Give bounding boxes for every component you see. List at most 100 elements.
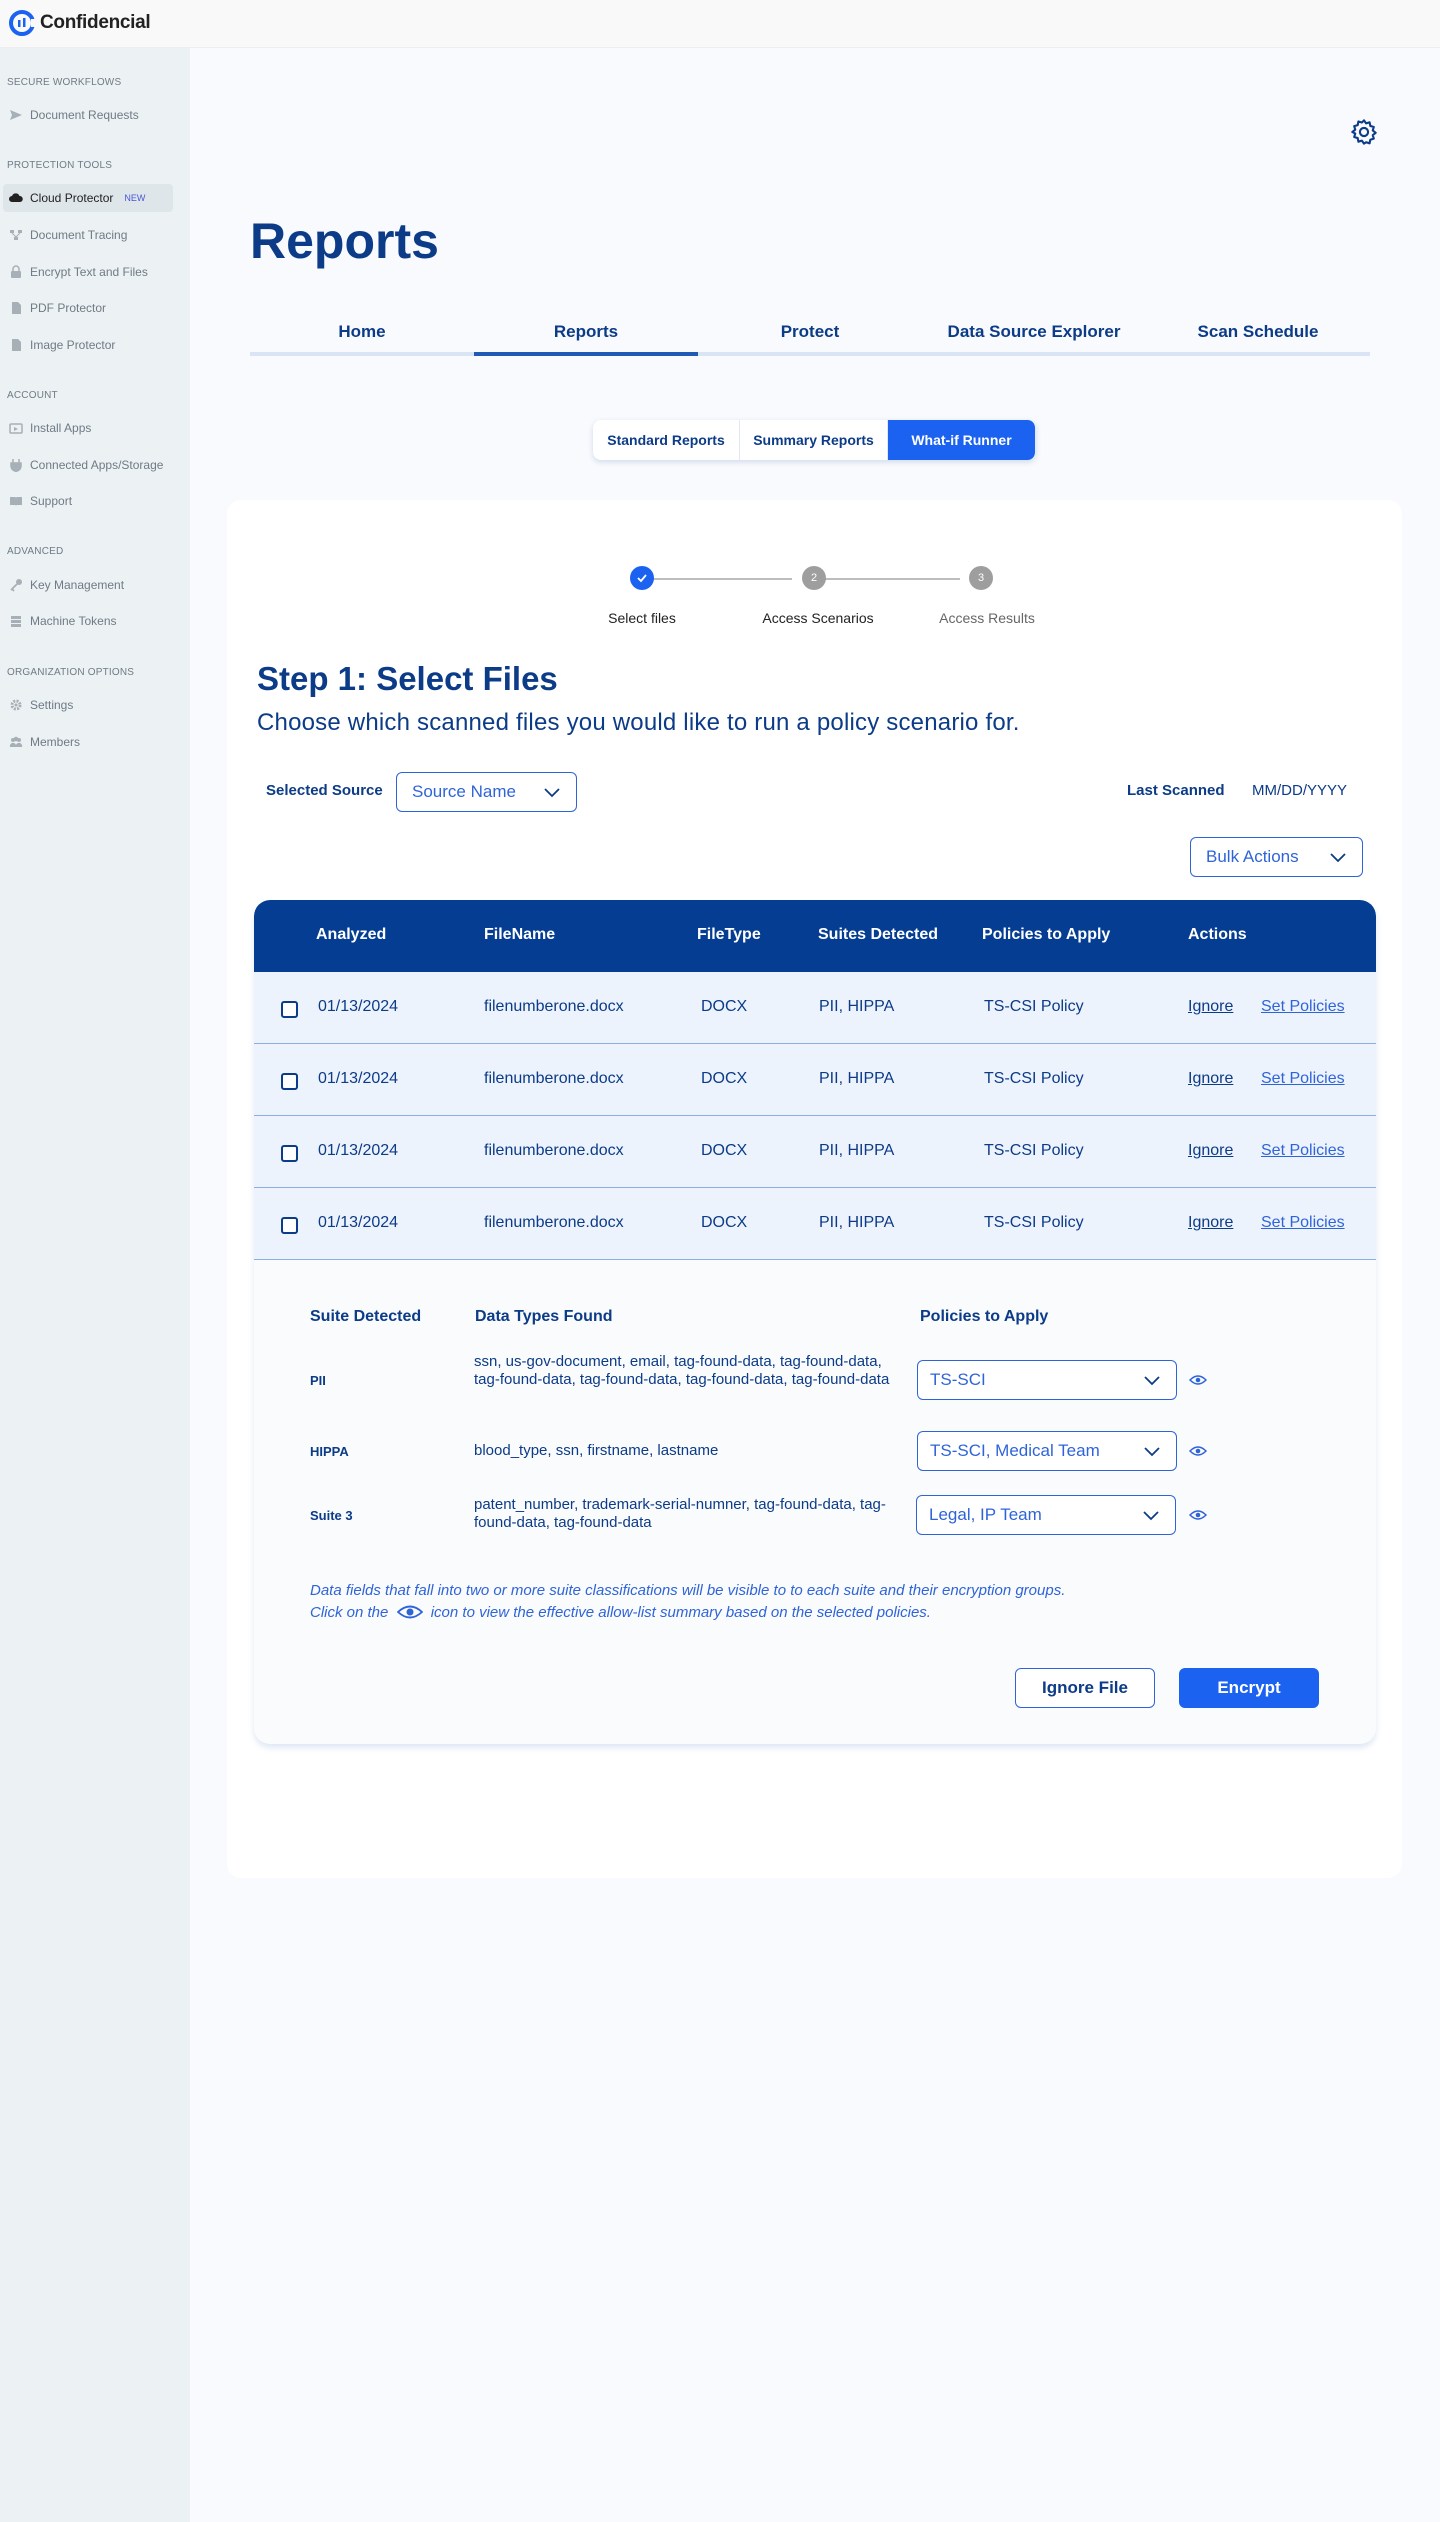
row-checkbox[interactable]: [281, 1001, 298, 1018]
suite-name: HIPPA: [310, 1444, 349, 1459]
step-2-indicator: 2: [802, 566, 826, 590]
sidebar-item-document-requests[interactable]: Document Requests: [3, 101, 173, 129]
table-row[interactable]: 01/13/2024 filenumberone.docx DOCX PII, …: [254, 972, 1376, 1044]
tab-home[interactable]: Home: [250, 312, 474, 352]
step-1-check-icon: [630, 566, 654, 590]
sidebar-item-label: Members: [30, 735, 81, 749]
tab-reports[interactable]: Reports: [474, 312, 698, 356]
last-scanned-label: Last Scanned: [1127, 782, 1225, 799]
ignore-link[interactable]: Ignore: [1188, 1214, 1233, 1232]
column-header-analyzed[interactable]: Analyzed: [316, 926, 386, 944]
image-icon: [12, 339, 21, 351]
brand-logo[interactable]: Confidencial: [8, 9, 151, 37]
set-policies-link[interactable]: Set Policies: [1261, 1214, 1345, 1232]
eye-icon[interactable]: [1189, 1445, 1207, 1457]
detail-header-types: Data Types Found: [475, 1308, 613, 1325]
policy-select[interactable]: Legal, IP Team: [916, 1495, 1176, 1535]
step-3-indicator: 3: [969, 566, 993, 590]
sidebar-item-label: Install Apps: [30, 421, 92, 435]
set-policies-link[interactable]: Set Policies: [1261, 1142, 1345, 1160]
table-row[interactable]: 01/13/2024 filenumberone.docx DOCX PII, …: [254, 1188, 1376, 1260]
sidebar-section-title: SECURE WORKFLOWS: [7, 77, 122, 88]
sidebar-item-label: Settings: [30, 698, 74, 712]
tab-what-if-runner[interactable]: What-if Runner: [888, 420, 1036, 460]
sidebar-item-image-protector[interactable]: Image Protector: [3, 331, 173, 359]
chevron-down-icon: [1144, 1376, 1160, 1386]
suite-name: PII: [310, 1373, 326, 1388]
data-types-list: ssn, us-gov-document, email, tag-found-d…: [474, 1353, 890, 1388]
row-checkbox[interactable]: [281, 1145, 298, 1162]
eye-icon[interactable]: [1189, 1374, 1207, 1386]
cell-policies: TS-CSI Policy: [984, 998, 1084, 1015]
sidebar-section-title: PROTECTION TOOLS: [7, 160, 113, 171]
cloud-icon: [9, 193, 23, 202]
eye-icon[interactable]: [1189, 1509, 1207, 1521]
set-policies-link[interactable]: Set Policies: [1261, 998, 1345, 1016]
ignore-file-button[interactable]: Ignore File: [1015, 1668, 1155, 1708]
sidebar-item-connected-apps[interactable]: Connected Apps/Storage: [3, 451, 173, 479]
cell-filename: filenumberone.docx: [484, 1142, 624, 1159]
info-note-post: icon to view the effective allow-list su…: [430, 1604, 931, 1621]
step-subtitle: Choose which scanned files you would lik…: [257, 709, 1020, 736]
sidebar-item-install-apps[interactable]: Install Apps: [3, 414, 173, 442]
stepper-connector: [652, 578, 792, 580]
tab-scan-schedule[interactable]: Scan Schedule: [1146, 312, 1370, 352]
page-title: Reports: [250, 213, 439, 269]
logo-icon: [9, 10, 36, 36]
sidebar-item-support[interactable]: Support: [3, 487, 173, 515]
tab-summary-reports[interactable]: Summary Reports: [740, 420, 888, 460]
sidebar-item-encrypt-text-and-files[interactable]: Encrypt Text and Files: [3, 258, 173, 286]
sidebar-section-title: ORGANIZATION OPTIONS: [7, 667, 135, 678]
bulk-actions-label: Bulk Actions: [1206, 847, 1299, 866]
sidebar-item-cloud-protector[interactable]: Cloud Protector NEW: [3, 184, 173, 212]
policy-select[interactable]: TS-SCI: [917, 1360, 1177, 1400]
tab-data-source-explorer[interactable]: Data Source Explorer: [922, 312, 1146, 352]
sidebar-item-members[interactable]: Members: [3, 728, 173, 756]
lock-icon: [11, 265, 21, 278]
column-header-filetype[interactable]: FileType: [697, 926, 761, 944]
suite-name: Suite 3: [310, 1508, 353, 1523]
sidebar-item-label: Key Management: [30, 578, 125, 592]
column-header-actions: Actions: [1188, 926, 1247, 943]
policy-select[interactable]: TS-SCI, Medical Team: [917, 1431, 1177, 1471]
set-policies-link[interactable]: Set Policies: [1261, 1070, 1345, 1088]
encrypt-button[interactable]: Encrypt: [1179, 1668, 1319, 1708]
info-note-line-1: Data fields that fall into two or more s…: [310, 1582, 1066, 1599]
row-checkbox[interactable]: [281, 1217, 298, 1234]
source-select[interactable]: Source Name: [396, 772, 577, 812]
sidebar-item-label: Support: [30, 494, 73, 508]
tab-standard-reports[interactable]: Standard Reports: [593, 420, 740, 460]
step-title: Step 1: Select Files: [257, 660, 558, 697]
tab-protect[interactable]: Protect: [698, 312, 922, 352]
cell-analyzed: 01/13/2024: [318, 1142, 399, 1159]
token-icon: [11, 616, 21, 627]
sidebar-section-title: ADVANCED: [7, 546, 64, 557]
column-header-suites[interactable]: Suites Detected: [818, 926, 938, 944]
table-row[interactable]: 01/13/2024 filenumberone.docx DOCX PII, …: [254, 1116, 1376, 1188]
settings-gear-icon[interactable]: [1350, 118, 1378, 146]
chevron-down-icon: [1143, 1511, 1159, 1521]
ignore-link[interactable]: Ignore: [1188, 1142, 1233, 1160]
column-header-policies[interactable]: Policies to Apply: [982, 926, 1110, 944]
column-header-filename[interactable]: FileName: [484, 926, 555, 944]
book-icon: [10, 497, 22, 506]
row-checkbox[interactable]: [281, 1073, 298, 1090]
sidebar-item-pdf-protector[interactable]: PDF Protector: [3, 294, 173, 322]
sidebar-item-machine-tokens[interactable]: Machine Tokens: [3, 607, 173, 635]
cell-suites: PII, HIPPA: [819, 1070, 895, 1087]
sidebar-item-key-management[interactable]: Key Management: [3, 571, 173, 599]
sidebar-item-label: Connected Apps/Storage: [30, 458, 164, 472]
sidebar-item-label: Document Tracing: [30, 228, 128, 242]
sidebar-item-settings[interactable]: Settings: [3, 691, 173, 719]
sidebar-item-document-tracing[interactable]: Document Tracing: [3, 221, 173, 249]
sidebar-item-label: Machine Tokens: [30, 614, 117, 628]
ignore-link[interactable]: Ignore: [1188, 1070, 1233, 1088]
ignore-link[interactable]: Ignore: [1188, 998, 1233, 1016]
table-row[interactable]: 01/13/2024 filenumberone.docx DOCX PII, …: [254, 1044, 1376, 1116]
cell-analyzed: 01/13/2024: [318, 1070, 399, 1087]
source-select-value: Source Name: [412, 782, 516, 801]
chevron-down-icon: [1144, 1447, 1160, 1457]
cell-policies: TS-CSI Policy: [984, 1070, 1084, 1087]
cell-policies: TS-CSI Policy: [984, 1214, 1084, 1231]
bulk-actions-select[interactable]: Bulk Actions: [1190, 837, 1363, 877]
